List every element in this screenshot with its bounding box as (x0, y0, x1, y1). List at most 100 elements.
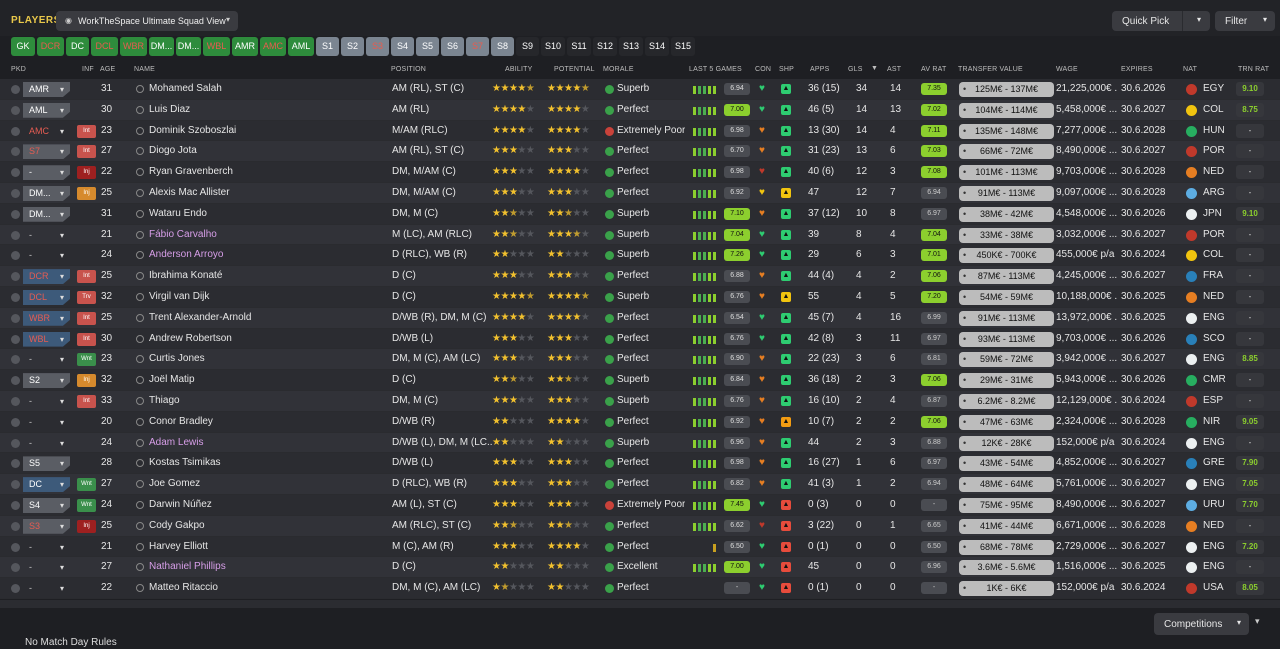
select-toggle[interactable] (11, 292, 20, 302)
table-row[interactable]: - ▾ Int 33 Thiago DM, M (C) ★★★★★ ★★★★★ Superb 6.… (0, 390, 1280, 412)
position-chip[interactable]: DM... (149, 37, 174, 56)
picked-position-selector[interactable]: AMR ▾ (23, 82, 70, 97)
picked-position-selector[interactable]: AML ▾ (23, 102, 70, 118)
select-toggle[interactable] (11, 251, 20, 261)
player-name-link[interactable]: Andrew Robertson (149, 329, 384, 349)
select-toggle[interactable] (11, 500, 20, 510)
player-name-link[interactable]: Joe Gomez (149, 474, 384, 494)
position-chip[interactable]: S4 (391, 37, 414, 56)
player-name-link[interactable]: Ibrahima Konaté (149, 266, 384, 286)
picked-position-selector[interactable]: AMC ▾ (23, 124, 70, 139)
player-name-link[interactable]: Dominik Szoboszlai (149, 121, 384, 141)
select-toggle[interactable] (11, 542, 20, 552)
col-name[interactable]: NAME (134, 66, 155, 73)
table-row[interactable]: DCL ▾ Trv 32 Virgil van Dijk D (C) ★★★★★ ★★★★★ S… (0, 286, 1280, 308)
table-row[interactable]: WBR ▾ Int 25 Trent Alexander-Arnold D/WB (R),… (0, 307, 1280, 329)
table-row[interactable]: - ▾ 27 Nathaniel Phillips D (C) ★★★★★ ★★★★★ Exc… (0, 557, 1280, 579)
picked-position-selector[interactable]: S3 ▾ (23, 518, 70, 534)
table-row[interactable]: S5 ▾ 28 Kostas Tsimikas D/WB (L) ★★★★★ ★★★★★ Pe… (0, 453, 1280, 475)
table-row[interactable]: - ▾ 24 Anderson Arroyo D (RLC), WB (R) ★★★★★ ★… (0, 245, 1280, 267)
table-row[interactable]: DCR ▾ Int 25 Ibrahima Konaté D (C) ★★★★★ ★★★★★ P… (0, 266, 1280, 287)
table-row[interactable]: DC ▾ Wnt 27 Joe Gomez D (RLC), WB (R) ★★★★★ ★★★… (0, 474, 1280, 495)
picked-position-selector[interactable]: S7 ▾ (23, 144, 70, 160)
player-name-link[interactable]: Diogo Jota (149, 141, 384, 161)
select-toggle[interactable] (11, 355, 20, 365)
position-chip[interactable]: S2 (341, 37, 364, 56)
quick-pick-button[interactable]: Quick Pick ▾ (1112, 11, 1210, 31)
position-chip[interactable]: S7 (466, 37, 489, 56)
col-inf[interactable]: INF (82, 66, 94, 73)
col-avrat[interactable]: AV RAT (921, 66, 946, 73)
position-chip[interactable]: DM... (176, 37, 201, 56)
table-row[interactable]: - ▾ 21 Fábio Carvalho M (LC), AM (RLC) ★★★★★ ★… (0, 224, 1280, 246)
player-name-link[interactable]: Harvey Elliott (149, 537, 384, 557)
position-chip[interactable]: DC (66, 37, 89, 56)
position-chip[interactable]: S12 (593, 37, 617, 56)
select-toggle[interactable] (11, 168, 20, 178)
picked-position-selector[interactable]: - ▾ (23, 415, 70, 430)
player-name-link[interactable]: Cody Gakpo (149, 516, 384, 536)
picked-position-selector[interactable]: - ▾ (23, 581, 70, 596)
player-name-link[interactable]: Fábio Carvalho (149, 225, 384, 245)
competitions-button[interactable]: Competitions ▾ (1154, 613, 1249, 635)
position-chip[interactable]: AML (288, 37, 314, 56)
table-row[interactable]: AML ▾ 30 Luis Diaz AM (RL) ★★★★★ ★★★★★ Perfect 7… (0, 99, 1280, 121)
picked-position-selector[interactable]: S4 ▾ (23, 497, 70, 513)
player-name-link[interactable]: Adam Lewis (149, 433, 384, 453)
view-selector-button[interactable]: ◉ WorkTheSpace Ultimate Squad View ▾ (56, 11, 238, 31)
picked-position-selector[interactable]: DCR ▾ (23, 269, 70, 285)
table-row[interactable]: - ▾ Wnt 23 Curtis Jones DM, M (C), AM (LC) ★★★… (0, 349, 1280, 371)
picked-position-selector[interactable]: - ▾ (23, 560, 70, 575)
picked-position-selector[interactable]: - ▾ (23, 165, 70, 181)
player-name-link[interactable]: Luis Diaz (149, 100, 384, 120)
position-chip[interactable]: S9 (516, 37, 539, 56)
picked-position-selector[interactable]: DM... ▾ (23, 206, 70, 222)
table-row[interactable]: DM... ▾ 31 Wataru Endo DM, M (C) ★★★★★ ★★★★★ Su… (0, 203, 1280, 225)
col-con[interactable]: CON (755, 66, 771, 73)
col-apps[interactable]: APPS (810, 66, 829, 73)
player-name-link[interactable]: Anderson Arroyo (149, 245, 384, 265)
position-chip[interactable]: S3 (366, 37, 389, 56)
player-name-link[interactable]: Joël Matip (149, 370, 384, 390)
select-toggle[interactable] (11, 313, 20, 323)
col-age[interactable]: AGE (100, 66, 115, 73)
select-toggle[interactable] (11, 147, 20, 157)
col-wage[interactable]: WAGE (1056, 66, 1078, 73)
picked-position-selector[interactable]: - ▾ (23, 436, 70, 451)
select-toggle[interactable] (11, 438, 20, 448)
col-ast[interactable]: AST (887, 66, 901, 73)
col-morale[interactable]: MORALE (603, 66, 634, 73)
collapse-icon[interactable]: ▾ (1255, 616, 1260, 627)
player-name-link[interactable]: Kostas Tsimikas (149, 453, 384, 473)
picked-position-selector[interactable]: - ▾ (23, 228, 70, 243)
select-toggle[interactable] (11, 376, 20, 386)
select-toggle[interactable] (11, 126, 20, 136)
select-toggle[interactable] (11, 272, 20, 282)
chevron-down-icon[interactable]: ▾ (1197, 15, 1201, 24)
table-row[interactable]: WBL ▾ Int 30 Andrew Robertson D/WB (L) ★★★★★ ★★… (0, 328, 1280, 350)
select-toggle[interactable] (11, 417, 20, 427)
table-row[interactable]: S3 ▾ Inj 25 Cody Gakpo AM (RLC), ST (C) ★★★★★ ★… (0, 515, 1280, 537)
select-toggle[interactable] (11, 105, 20, 115)
col-trnrat[interactable]: TRN RAT (1238, 66, 1269, 73)
position-chip[interactable]: S1 (316, 37, 339, 56)
picked-position-selector[interactable]: S2 ▾ (23, 373, 70, 389)
picked-position-selector[interactable]: WBR ▾ (23, 310, 70, 326)
col-expires[interactable]: EXPIRES (1121, 66, 1153, 73)
position-chip[interactable]: WBL (203, 37, 230, 56)
player-name-link[interactable]: Matteo Ritaccio (149, 578, 384, 598)
player-name-link[interactable]: Trent Alexander-Arnold (149, 308, 384, 328)
player-name-link[interactable]: Alexis Mac Allister (149, 183, 384, 203)
col-transfer-value[interactable]: TRANSFER VALUE (958, 66, 1023, 73)
position-chip[interactable]: S15 (671, 37, 695, 56)
table-row[interactable]: - ▾ Inj 22 Ryan Gravenberch DM, M/AM (C) ★★★★★… (0, 162, 1280, 183)
picked-position-selector[interactable]: - ▾ (23, 352, 70, 367)
position-chip[interactable]: S11 (567, 37, 591, 56)
table-row[interactable]: S7 ▾ Int 27 Diogo Jota AM (RL), ST (C) ★★★★★ ★★… (0, 141, 1280, 163)
position-chip[interactable]: AMR (232, 37, 258, 56)
col-nat[interactable]: NAT (1183, 66, 1197, 73)
player-name-link[interactable]: Darwin Núñez (149, 495, 384, 515)
picked-position-selector[interactable]: DCL ▾ (23, 289, 70, 305)
player-name-link[interactable]: Curtis Jones (149, 349, 384, 369)
col-pkd[interactable]: PKD (11, 66, 26, 73)
